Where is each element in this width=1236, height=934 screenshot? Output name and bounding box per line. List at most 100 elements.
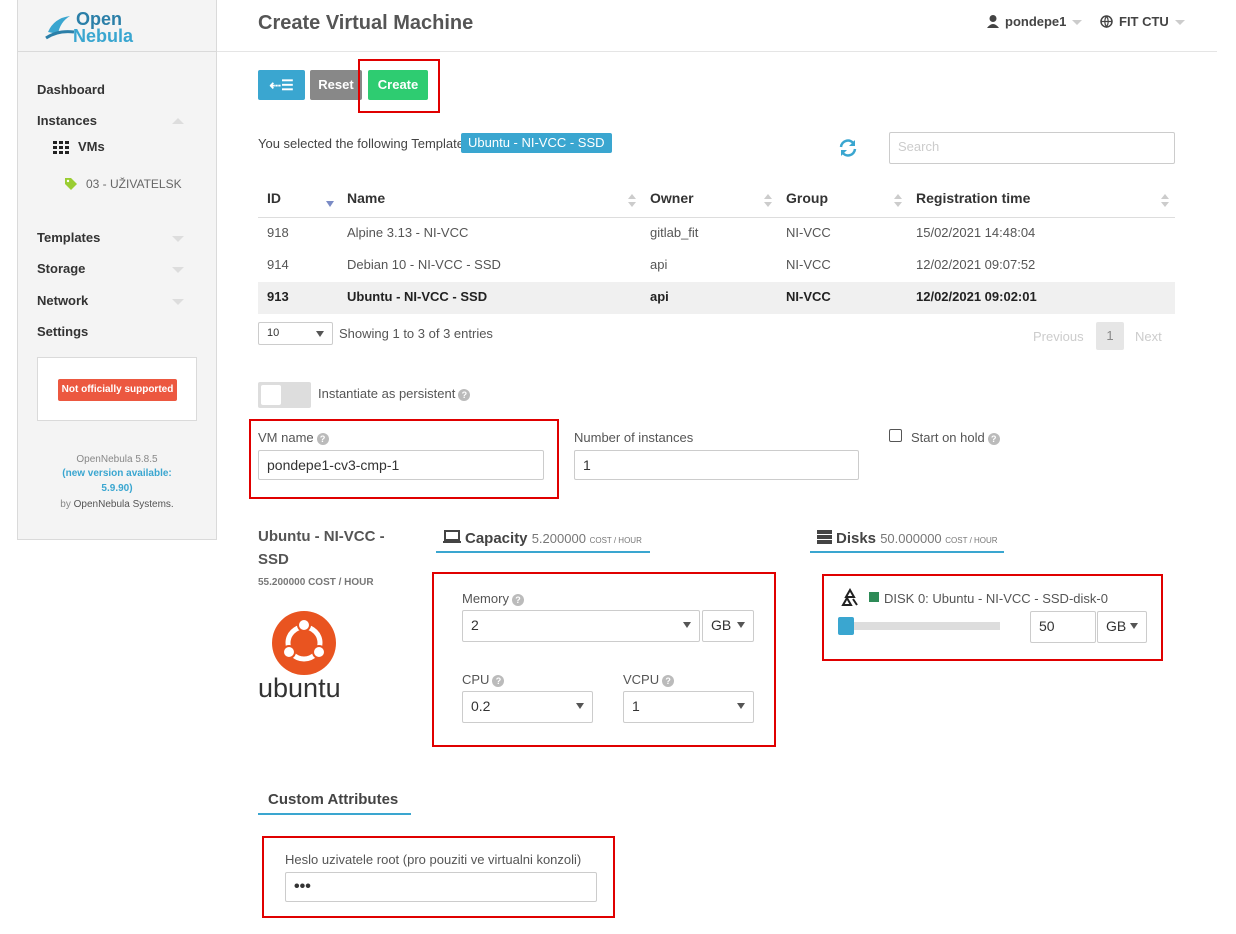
cell-owner: gitlab_fit (650, 225, 699, 240)
template-selected-prefix: You selected the following Template: (258, 136, 468, 151)
column-header-id[interactable]: ID (267, 190, 281, 206)
cpu-select[interactable]: 0.2 (462, 691, 593, 723)
pagination-previous[interactable]: Previous (1033, 329, 1084, 344)
vcpu-label: VCPU? (623, 672, 675, 687)
grid-icon (53, 141, 69, 155)
root-password-input[interactable]: ••• (285, 872, 597, 902)
template-cost: 55.200000 COST / HOUR (258, 577, 374, 588)
back-button[interactable]: ⇠☰ (258, 70, 305, 100)
pagination-page[interactable]: 1 (1096, 322, 1124, 350)
logo[interactable]: Open Nebula (18, 0, 216, 52)
persistent-toggle[interactable] (258, 382, 311, 408)
chevron-down-icon (737, 622, 745, 628)
chevron-down-icon (1072, 20, 1083, 26)
cpu-label: CPU? (462, 672, 505, 687)
chevron-down-icon (172, 267, 184, 273)
column-header-registration[interactable]: Registration time (916, 190, 1030, 206)
cell-group: NI-VCC (786, 289, 831, 304)
capacity-underline (436, 551, 650, 553)
memory-input[interactable]: 2 (462, 610, 700, 642)
toggle-knob (261, 385, 281, 405)
sort-desc-icon (326, 201, 334, 207)
user-icon (987, 15, 999, 28)
logo-text-nebula: Nebula (73, 26, 134, 46)
sort-icon (894, 194, 902, 208)
cell-group: NI-VCC (786, 225, 831, 240)
sidebar-item-templates[interactable]: Templates (37, 230, 100, 245)
sidebar-item-settings[interactable]: Settings (37, 324, 88, 339)
page-length-select[interactable]: 10 (258, 322, 333, 345)
page-length-value: 10 (267, 327, 280, 339)
user-menu[interactable]: pondepe1 (987, 14, 1083, 29)
table-row[interactable]: 914 Debian 10 - NI-VCC - SSD api NI-VCC … (258, 250, 1175, 282)
column-header-owner[interactable]: Owner (650, 190, 694, 206)
custom-attributes-title: Custom Attributes (268, 791, 399, 808)
sidebar-item-dashboard[interactable]: Dashboard (37, 82, 105, 97)
root-password-label: Heslo uzivatele root (pro pouziti ve vir… (285, 852, 582, 867)
chevron-up-icon (172, 118, 184, 124)
credits-company: OpenNebula Systems. (73, 499, 174, 510)
sort-icon (764, 194, 772, 208)
help-icon[interactable]: ? (458, 388, 471, 401)
instances-input[interactable]: 1 (574, 450, 859, 480)
cell-time: 12/02/2021 09:02:01 (916, 289, 1037, 304)
highlight-box (249, 419, 559, 499)
sidebar-item-vms[interactable]: VMs (78, 139, 105, 154)
column-header-group[interactable]: Group (786, 190, 828, 206)
vcpu-select[interactable]: 1 (623, 691, 754, 723)
memory-label: Memory? (462, 591, 524, 606)
chevron-down-icon (172, 236, 184, 242)
custom-underline (258, 813, 411, 815)
header-divider (217, 51, 1217, 52)
logo-text-open: Open (76, 9, 123, 29)
disk-unit-select[interactable]: GB (1097, 611, 1147, 643)
help-icon[interactable]: ? (987, 432, 1000, 445)
tag-icon (65, 178, 77, 190)
page-title: Create Virtual Machine (258, 12, 474, 34)
slider-handle[interactable] (838, 617, 854, 635)
sidebar-item-group[interactable]: 03 - UŽIVATELSK (86, 177, 186, 191)
table-row[interactable]: 918 Alpine 3.13 - NI-VCC gitlab_fit NI-V… (258, 218, 1175, 250)
opennebula-logo-icon (45, 16, 75, 40)
sidebar-item-storage[interactable]: Storage (37, 261, 85, 276)
help-icon[interactable]: ? (492, 674, 505, 687)
help-icon[interactable]: ? (511, 593, 524, 606)
help-icon[interactable]: ? (662, 674, 675, 687)
disk-size-slider[interactable] (838, 617, 1000, 635)
cell-id: 914 (267, 257, 289, 272)
refresh-icon[interactable] (838, 138, 858, 158)
cell-group: NI-VCC (786, 257, 831, 272)
chevron-down-icon (737, 703, 745, 709)
hold-label: Start on hold? (911, 430, 1000, 445)
chevron-down-icon (683, 622, 691, 628)
disk-status-icon (869, 592, 879, 602)
disk-label: DISK 0: Ubuntu - NI-VCC - SSD-disk-0 (884, 591, 1108, 606)
reset-button[interactable]: Reset (310, 70, 362, 100)
ubuntu-logo-icon (272, 611, 336, 675)
credits-text: by OpenNebula Systems. (18, 499, 216, 510)
cell-name: Ubuntu - NI-VCC - SSD (347, 289, 488, 304)
sidebar-item-network[interactable]: Network (37, 293, 88, 308)
persistent-label: Instantiate as persistent? (318, 386, 471, 401)
new-version-link[interactable]: (new version available: (18, 468, 216, 479)
hold-checkbox[interactable] (889, 429, 902, 442)
cell-owner: api (650, 257, 668, 272)
pagination-next[interactable]: Next (1135, 329, 1162, 344)
chevron-down-icon (1130, 623, 1138, 629)
cell-time: 12/02/2021 09:07:52 (916, 257, 1036, 272)
table-row-selected[interactable]: 913 Ubuntu - NI-VCC - SSD api NI-VCC 12/… (258, 282, 1175, 314)
column-header-name[interactable]: Name (347, 190, 385, 206)
memory-unit-select[interactable]: GB (702, 610, 754, 642)
support-box: Not officially supported (37, 357, 197, 421)
disk-size-input[interactable]: 50 (1030, 611, 1096, 643)
zone-menu[interactable]: FIT CTU (1100, 14, 1185, 29)
credits-prefix: by (60, 499, 71, 510)
new-version-number[interactable]: 5.9.90) (18, 483, 216, 494)
globe-icon (1100, 15, 1113, 29)
table-info: Showing 1 to 3 of 3 entries (339, 326, 493, 341)
sort-icon (628, 194, 636, 208)
sort-icon (1161, 194, 1169, 208)
search-input[interactable]: Search (889, 132, 1175, 164)
sidebar-item-instances[interactable]: Instances (37, 113, 97, 128)
cell-owner: api (650, 289, 669, 304)
